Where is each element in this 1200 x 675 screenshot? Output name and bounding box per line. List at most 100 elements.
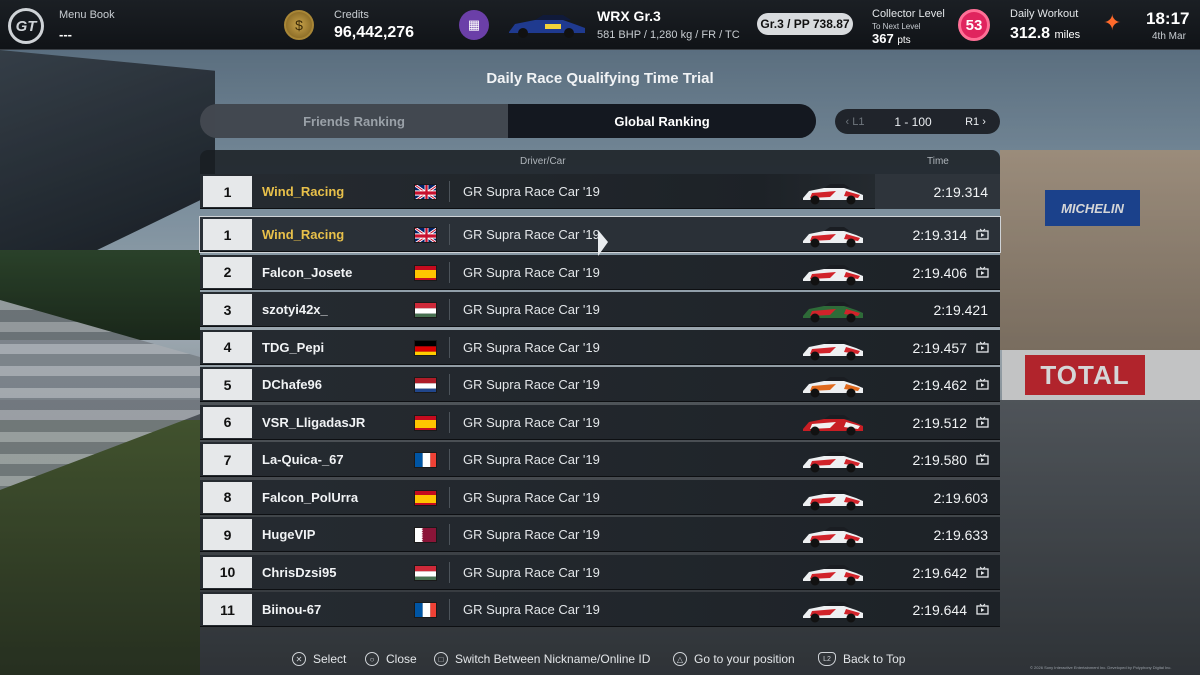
flag-icon: [414, 527, 437, 543]
divider: [449, 374, 450, 395]
ranking-table-header: Driver/Car Time: [200, 150, 1000, 174]
rank-badge: 9: [203, 519, 252, 550]
lap-time: 2:19.462: [912, 377, 968, 393]
driver-name: Wind_Racing: [262, 184, 345, 199]
car-name: GR Supra Race Car '19: [463, 302, 600, 317]
car-name: GR Supra Race Car '19: [463, 602, 600, 617]
rank-badge: 7: [203, 444, 252, 475]
driver-name: szotyi42x_: [262, 302, 328, 317]
divider: [449, 449, 450, 470]
tab-friends-ranking[interactable]: Friends Ranking: [200, 104, 508, 138]
car-thumbnail: [803, 414, 863, 435]
lap-time: 2:19.644: [912, 602, 968, 618]
car-name: GR Supra Race Car '19: [463, 227, 600, 242]
car-name: GR Supra Race Car '19: [463, 527, 600, 542]
table-row[interactable]: 6 VSR_LligadasJR GR Supra Race Car '19 2:19…: [200, 404, 1000, 440]
driver-name: TDG_Pepi: [262, 339, 325, 355]
table-row[interactable]: 7 La-Quica-_67 GR Supra Race Car '19 2:19.5…: [200, 442, 1000, 477]
car-thumbnail: [803, 184, 863, 205]
replay-icon[interactable]: [976, 228, 989, 240]
lap-time: 2:19.603: [933, 489, 989, 506]
column-header-time: Time: [927, 156, 949, 167]
hint-close[interactable]: ○ Close: [365, 652, 417, 666]
lap-time: 2:19.314: [912, 227, 968, 243]
ranking-tabs: Friends Ranking Global Ranking: [200, 104, 816, 138]
tab-global-ranking[interactable]: Global Ranking: [508, 104, 816, 138]
chevron-left-icon: ‹: [845, 115, 850, 128]
rank-badge: 1: [203, 219, 252, 250]
performance-points-badge: Gr.3 / PP 738.87: [757, 13, 853, 35]
daily-workout-value: 312.8: [1010, 25, 1051, 42]
car-name: GR Supra Race Car '19: [463, 377, 600, 392]
pager-next-button[interactable]: R1 ›: [951, 116, 1000, 128]
runner-icon: ✦: [1103, 10, 1122, 35]
replay-icon[interactable]: [976, 341, 989, 353]
flag-icon: [414, 302, 437, 318]
hint-back-to-top[interactable]: L2 Back to Top: [818, 652, 905, 666]
car-thumbnail: [803, 227, 863, 248]
table-row[interactable]: 10 ChrisDzsi95 GR Supra Race Car '19 2:19.6…: [200, 554, 1000, 590]
pager-range: 1 - 100: [894, 114, 932, 129]
divider: [449, 336, 450, 358]
hint-go-to-position[interactable]: △ Go to your position: [673, 652, 795, 666]
replay-icon[interactable]: [976, 378, 989, 390]
hint-switch-name[interactable]: □ Switch Between Nickname/Online ID: [434, 652, 650, 666]
car-thumbnail: [803, 264, 863, 285]
flag-icon: [414, 339, 437, 356]
triangle-button-icon: △: [673, 652, 687, 666]
replay-icon[interactable]: [976, 416, 989, 428]
rank-badge: 1: [203, 176, 252, 207]
driver-name: HugeVIP: [262, 527, 316, 542]
pager-prev-label: L1: [852, 115, 865, 128]
rank-badge: 5: [203, 369, 252, 400]
column-header-driver-car: Driver/Car: [520, 156, 566, 167]
credits-coin-icon: $: [284, 10, 314, 40]
garage-icon[interactable]: ▦: [459, 10, 489, 40]
car-thumbnail: [803, 564, 863, 585]
table-row[interactable]: 2 Falcon_Josete GR Supra Race Car '19 2:19.…: [200, 254, 1000, 290]
driver-name: Wind_Racing: [262, 227, 345, 242]
hint-select-label: Select: [313, 652, 347, 666]
table-row[interactable]: 5 DChafe96 GR Supra Race Car '19 2:19.462: [200, 367, 1000, 402]
table-row[interactable]: 8 Falcon_PolUrra GR Supra Race Car '19 2:19…: [200, 479, 1000, 515]
menu-book-label: Menu Book: [59, 9, 115, 21]
collector-points-value: 367: [872, 31, 894, 46]
table-row[interactable]: 4 TDG_Pepi GR Supra Race Car '19 2:19.457: [200, 329, 1000, 365]
car-name: GR Supra Race Car '19: [463, 564, 600, 580]
lap-time: 2:19.406: [912, 264, 968, 281]
flag-icon: [414, 227, 437, 243]
credits-value: 96,442,276: [334, 24, 415, 41]
replay-icon[interactable]: [976, 603, 989, 615]
car-thumbnail: [803, 452, 863, 473]
car-name: GR Supra Race Car '19: [463, 414, 600, 430]
flag-icon: [414, 602, 437, 618]
car-name: GR Supra Race Car '19: [463, 264, 600, 280]
flag-icon: [414, 264, 437, 281]
gt-logo-icon[interactable]: GT: [8, 8, 44, 44]
flag-icon: [414, 184, 437, 200]
table-row[interactable]: 9 HugeVIP GR Supra Race Car '19 2:19.633: [200, 517, 1000, 552]
replay-icon[interactable]: [976, 266, 989, 278]
car-thumbnail: [803, 377, 863, 398]
lap-time: 2:19.580: [912, 452, 968, 468]
table-row[interactable]: 3 szotyi42x_ GR Supra Race Car '19 2:19.421: [200, 292, 1000, 327]
pager-prev-button[interactable]: ‹ L1: [835, 116, 875, 128]
replay-icon[interactable]: [976, 453, 989, 465]
divider: [449, 411, 450, 433]
car-thumbnail: [803, 602, 863, 623]
driver-name: DChafe96: [262, 377, 322, 392]
flag-icon: [414, 414, 437, 431]
car-thumbnail: [803, 339, 863, 360]
hint-select[interactable]: ✕ Select: [292, 652, 346, 666]
button-hints: ✕ Select ○ Close □ Switch Between Nickna…: [0, 652, 1200, 668]
top-bar: GT Menu Book --- $ Credits 96,442,276 ▦ …: [0, 0, 1200, 50]
table-row[interactable]: 11 Biinou-67 GR Supra Race Car '19 2:19.644: [200, 592, 1000, 627]
hint-back-label: Back to Top: [843, 652, 906, 666]
chevron-right-icon: ›: [982, 115, 986, 128]
divider: [449, 561, 450, 583]
own-position-row[interactable]: 1 Wind_Racing GR Supra Race Car '19 2:19…: [200, 174, 1000, 209]
car-name: GR Supra Race Car '19: [463, 452, 600, 467]
rank-badge: 4: [203, 331, 252, 363]
replay-icon[interactable]: [976, 566, 989, 578]
driver-name: VSR_LligadasJR: [262, 414, 366, 430]
